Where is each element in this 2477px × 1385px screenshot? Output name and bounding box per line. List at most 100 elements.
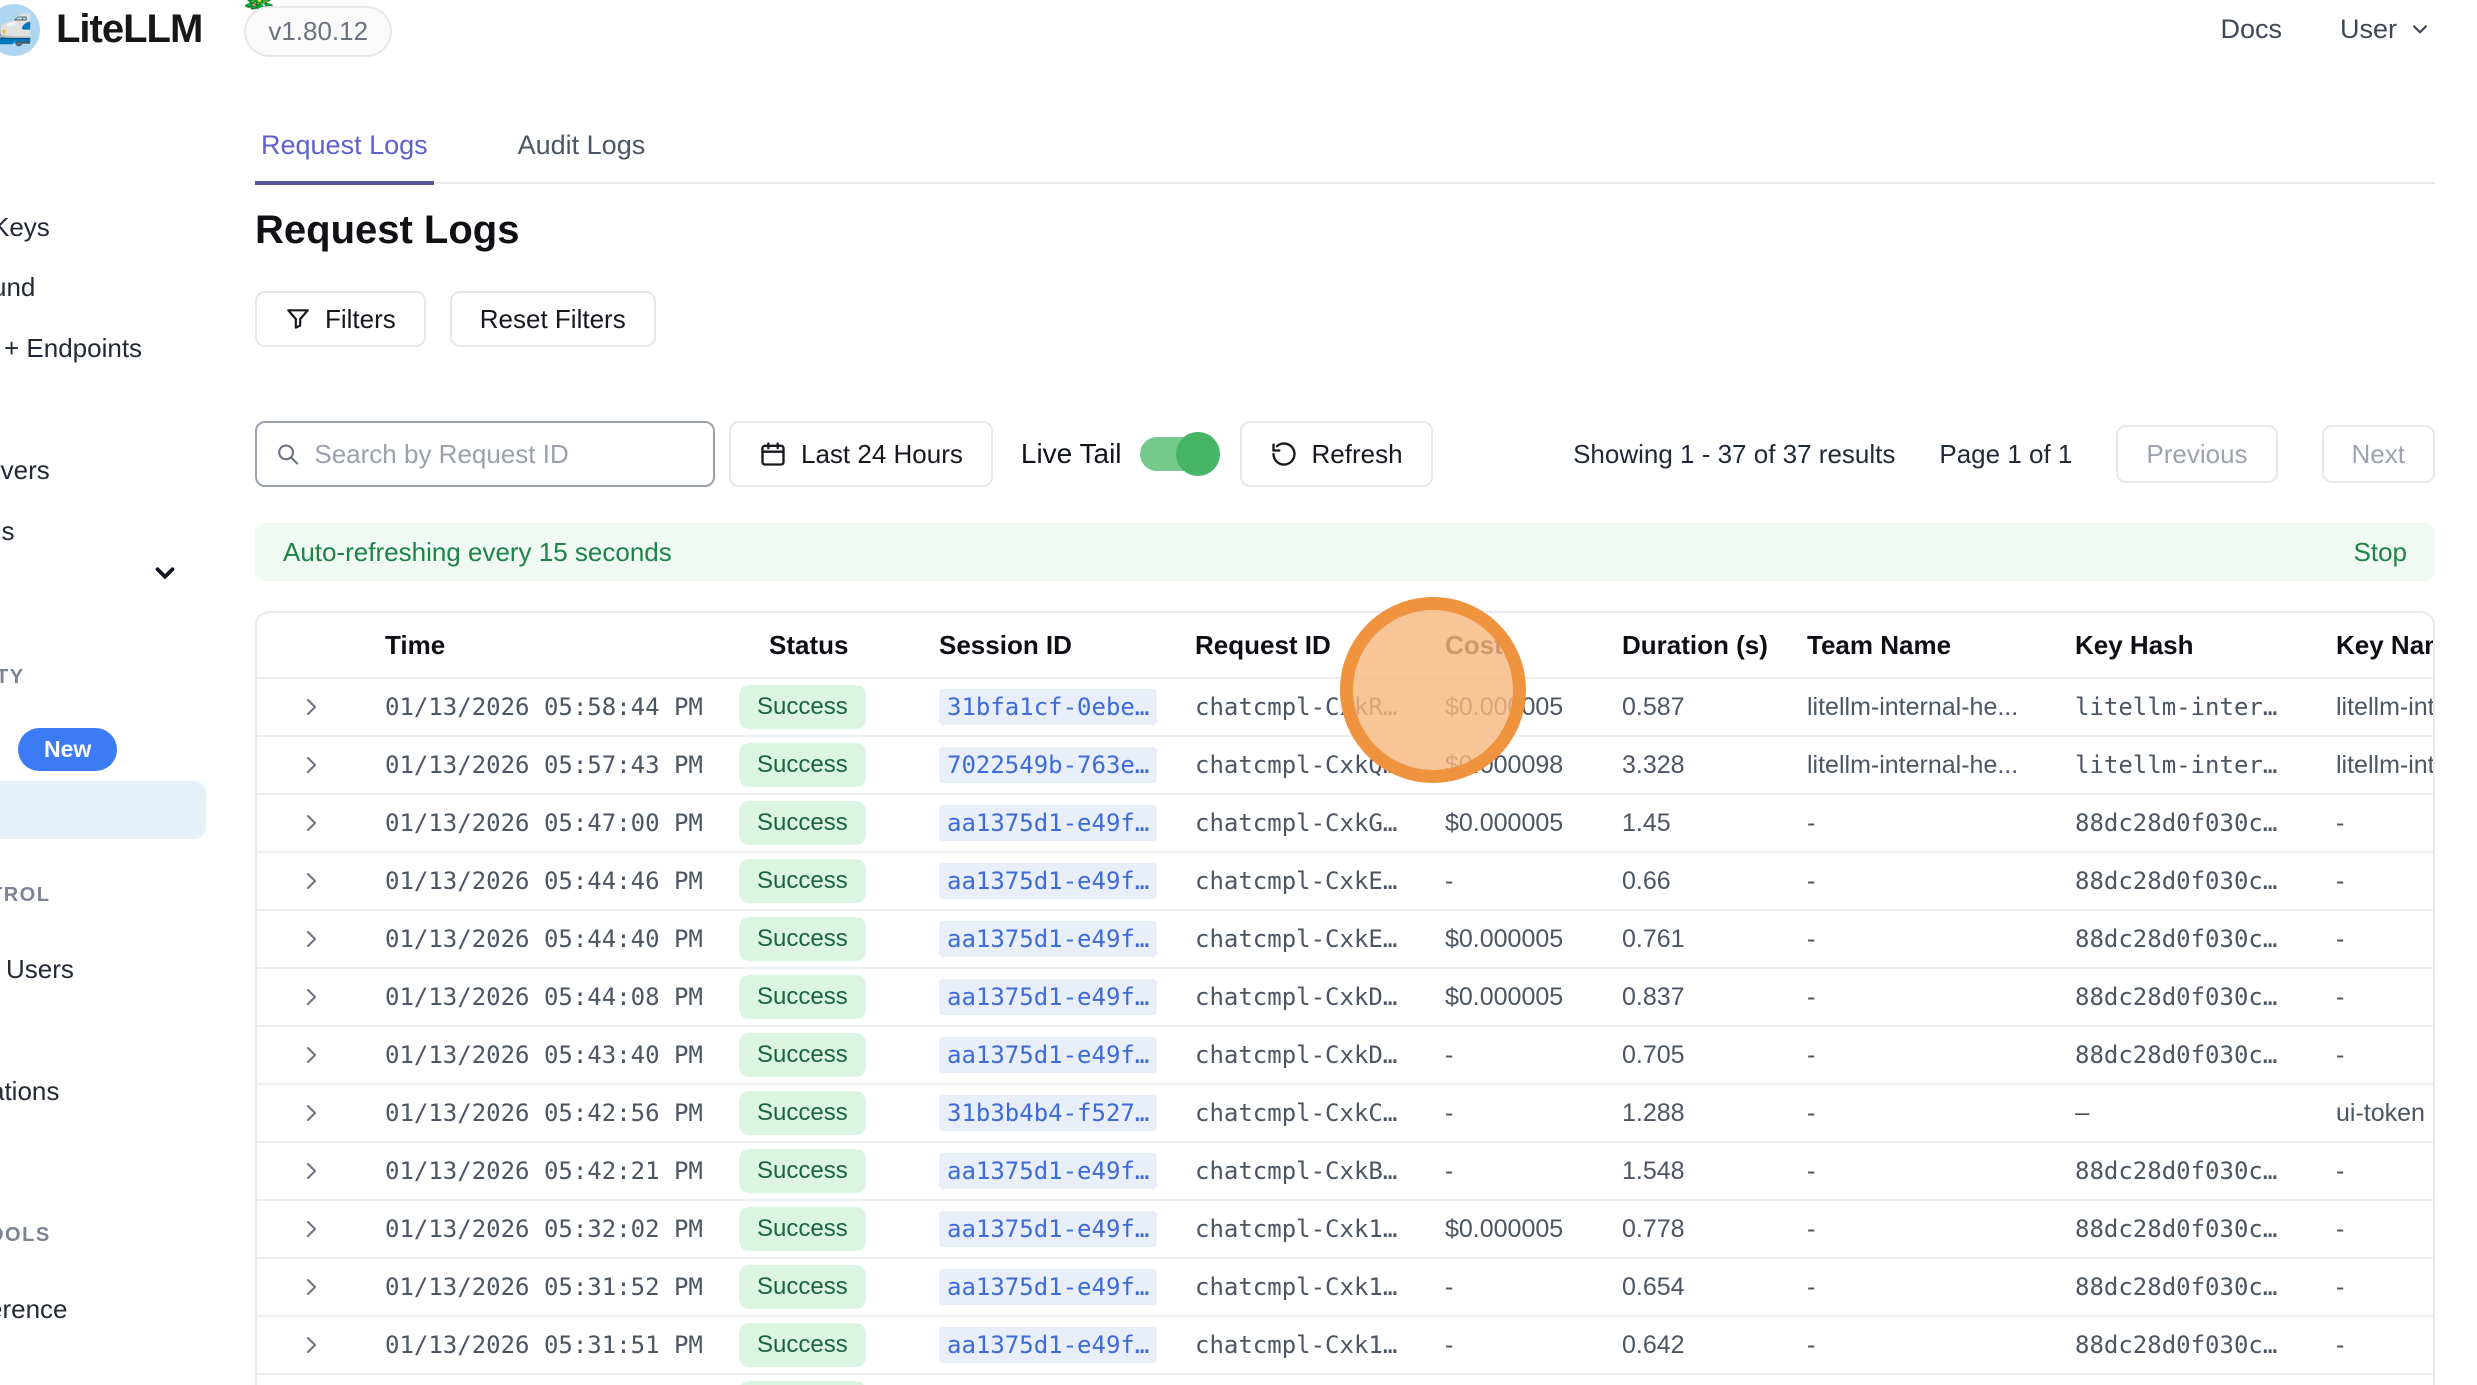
row-expander[interactable] xyxy=(257,1043,385,1067)
chevron-right-icon[interactable] xyxy=(299,1043,323,1067)
row-key-name: litellm-int... xyxy=(2336,693,2433,722)
row-expander[interactable] xyxy=(257,985,385,1009)
row-expander[interactable] xyxy=(257,1275,385,1299)
row-status: Success xyxy=(739,1323,939,1367)
status-badge: Success xyxy=(739,743,866,787)
chevron-right-icon[interactable] xyxy=(299,695,323,719)
session-id-link[interactable]: 31b3b4b4-f527… xyxy=(939,1095,1157,1131)
table-row[interactable]: 01/13/2026 05:42:21 PM Success aa1375d1-… xyxy=(257,1141,2433,1199)
stop-auto-refresh-link[interactable]: Stop xyxy=(2354,537,2408,568)
row-time: 01/13/2026 05:44:46 PM xyxy=(385,867,739,895)
table-row[interactable]: 01/13/2026 05:47:00 PM Success aa1375d1-… xyxy=(257,793,2433,851)
chevron-right-icon[interactable] xyxy=(299,1101,323,1125)
row-expander[interactable] xyxy=(257,753,385,777)
chevron-right-icon[interactable] xyxy=(299,1275,323,1299)
sidebar-item-logs-selected[interactable] xyxy=(0,781,206,839)
row-key-hash: 88dc28d0f030c… xyxy=(2075,1215,2336,1243)
row-team-name: - xyxy=(1807,1273,2075,1302)
chevron-right-icon[interactable] xyxy=(299,927,323,951)
table-row[interactable]: 01/13/2026 05:57:43 PM Success 7022549b-… xyxy=(257,735,2433,793)
row-session-id: aa1375d1-e49f… xyxy=(939,1153,1195,1189)
chevron-right-icon[interactable] xyxy=(299,1333,323,1357)
table-row[interactable]: 01/13/2026 05:31:52 PM Success aa1375d1-… xyxy=(257,1257,2433,1315)
session-id-link[interactable]: aa1375d1-e49f… xyxy=(939,1211,1157,1247)
row-cost: $0.000098 xyxy=(1445,751,1622,780)
sidebar-item-virtual-keys[interactable]: Keys xyxy=(0,212,50,243)
session-id-link[interactable]: aa1375d1-e49f… xyxy=(939,863,1157,899)
next-page-button[interactable]: Next xyxy=(2322,425,2435,483)
row-expander[interactable] xyxy=(257,869,385,893)
sidebar-item-users[interactable]: Users xyxy=(6,954,74,985)
session-id-link[interactable]: aa1375d1-e49f… xyxy=(939,805,1157,841)
row-session-id: aa1375d1-e49f… xyxy=(939,863,1195,899)
row-expander[interactable] xyxy=(257,1217,385,1241)
sidebar-item-servers[interactable]: rvers xyxy=(0,455,50,486)
row-duration: 1.548 xyxy=(1622,1157,1807,1186)
session-id-link[interactable]: aa1375d1-e49f… xyxy=(939,921,1157,957)
refresh-button[interactable]: Refresh xyxy=(1240,421,1433,487)
sidebar-item-organizations[interactable]: ations xyxy=(0,1076,59,1107)
column-header-key-name: Key Name xyxy=(2336,630,2433,661)
table-row[interactable]: 01/13/2026 05:44:40 PM Success aa1375d1-… xyxy=(257,909,2433,967)
tab-request-logs[interactable]: Request Logs xyxy=(255,130,434,185)
sidebar-item-guardrails[interactable]: ils xyxy=(0,516,15,547)
sidebar-item-api-reference[interactable]: erence xyxy=(0,1294,68,1325)
row-session-id: aa1375d1-e49f… xyxy=(939,1269,1195,1305)
previous-page-button[interactable]: Previous xyxy=(2116,425,2277,483)
row-duration: 0.654 xyxy=(1622,1273,1807,1302)
row-cost: - xyxy=(1445,1331,1622,1360)
filters-button[interactable]: Filters xyxy=(255,291,426,347)
table-row[interactable]: 01/13/2026 05:31:51 PM Success aa1375d1-… xyxy=(257,1315,2433,1373)
row-expander[interactable] xyxy=(257,1159,385,1183)
row-expander[interactable] xyxy=(257,811,385,835)
table-row[interactable]: 01/13/2026 05:42:56 PM Success 31b3b4b4-… xyxy=(257,1083,2433,1141)
session-id-link[interactable]: 7022549b-763e… xyxy=(939,747,1157,783)
session-id-link[interactable]: aa1375d1-e49f… xyxy=(939,1269,1157,1305)
session-id-link[interactable]: 31bfa1cf-0ebe… xyxy=(939,689,1157,725)
session-id-link[interactable]: aa1375d1-e49f… xyxy=(939,979,1157,1015)
chevron-right-icon[interactable] xyxy=(299,753,323,777)
session-id-link[interactable]: aa1375d1-e49f… xyxy=(939,1153,1157,1189)
row-team-name: - xyxy=(1807,983,2075,1012)
row-expander[interactable] xyxy=(257,927,385,951)
version-badge: v1.80.12 xyxy=(244,6,392,57)
row-request-id: chatcmpl-CxkQ… xyxy=(1195,751,1445,779)
search-input[interactable] xyxy=(314,439,695,470)
row-request-id: chatcmpl-CxkD… xyxy=(1195,1041,1445,1069)
session-id-link[interactable]: aa1375d1-e49f… xyxy=(939,1327,1157,1363)
row-key-hash: 88dc28d0f030c… xyxy=(2075,1273,2336,1301)
table-row[interactable]: 01/13/2026 05:44:08 PM Success aa1375d1-… xyxy=(257,967,2433,1025)
row-key-name: - xyxy=(2336,1157,2433,1186)
row-expander[interactable] xyxy=(257,1333,385,1357)
row-time: 01/13/2026 05:44:40 PM xyxy=(385,925,739,953)
table-row[interactable]: 01/13/2026 05:58:44 PM Success 31bfa1cf-… xyxy=(257,677,2433,735)
row-time: 01/13/2026 05:44:08 PM xyxy=(385,983,739,1011)
table-row[interactable]: 01/13/2026 05:44:46 PM Success aa1375d1-… xyxy=(257,851,2433,909)
sidebar-item-models-endpoints[interactable]: + Endpoints xyxy=(4,333,142,364)
status-badge: Success xyxy=(739,685,866,729)
chevron-right-icon[interactable] xyxy=(299,869,323,893)
row-expander[interactable] xyxy=(257,695,385,719)
funnel-icon xyxy=(285,306,311,332)
chevron-right-icon[interactable] xyxy=(299,811,323,835)
table-row[interactable]: 01/13/2026 05:32:02 PM Success aa1375d1-… xyxy=(257,1199,2433,1257)
row-expander[interactable] xyxy=(257,1101,385,1125)
table-row[interactable]: 01/13/2026 05:31:38 PM Success aa1375d1-… xyxy=(257,1373,2433,1385)
sidebar-collapse-chevron-icon[interactable] xyxy=(150,558,180,588)
row-key-name: - xyxy=(2336,1273,2433,1302)
session-id-link[interactable]: aa1375d1-e49f… xyxy=(939,1037,1157,1073)
live-tail-toggle[interactable] xyxy=(1140,437,1214,471)
chevron-right-icon[interactable] xyxy=(299,1159,323,1183)
chevron-right-icon[interactable] xyxy=(299,985,323,1009)
time-range-button[interactable]: Last 24 Hours xyxy=(729,421,993,487)
reset-filters-label: Reset Filters xyxy=(480,304,626,335)
user-menu[interactable]: User xyxy=(2340,14,2433,45)
chevron-right-icon[interactable] xyxy=(299,1217,323,1241)
table-row[interactable]: 01/13/2026 05:43:40 PM Success aa1375d1-… xyxy=(257,1025,2433,1083)
sidebar-item-teams[interactable]: s xyxy=(0,1138,1,1169)
toolbar: Last 24 Hours Live Tail Refresh Showing … xyxy=(255,421,2435,487)
sidebar-item-playground[interactable]: und xyxy=(0,272,35,303)
reset-filters-button[interactable]: Reset Filters xyxy=(450,291,656,347)
tab-audit-logs[interactable]: Audit Logs xyxy=(512,130,652,182)
docs-link[interactable]: Docs xyxy=(2220,14,2282,45)
